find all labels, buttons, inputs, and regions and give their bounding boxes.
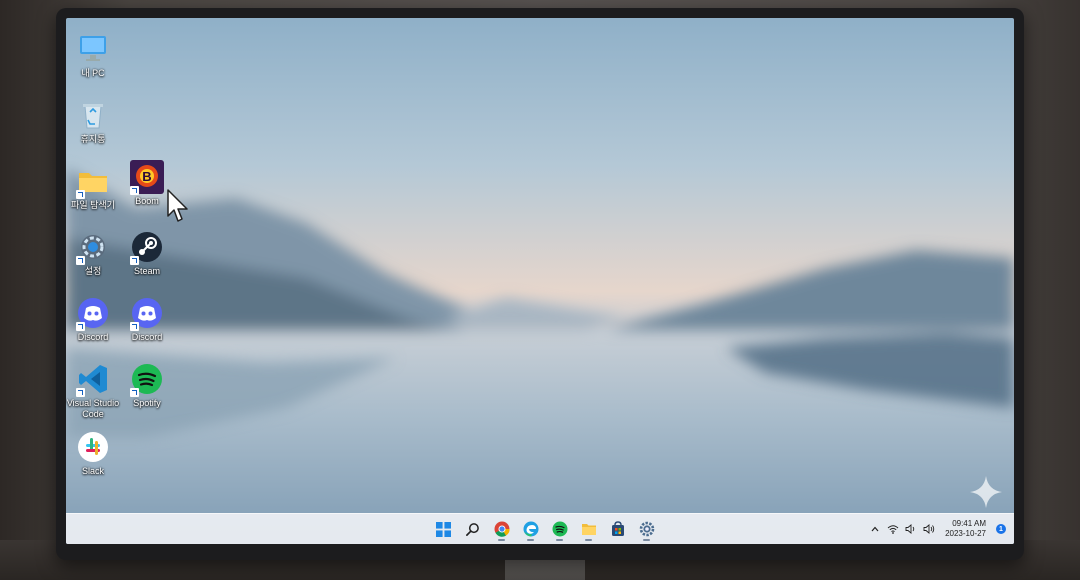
desktop-icon-spotify[interactable]: Spotify xyxy=(118,362,176,409)
shortcut-arrow-icon xyxy=(76,256,85,265)
taskbar-search-button[interactable] xyxy=(460,517,485,541)
edge-icon xyxy=(523,521,538,537)
taskbar-chrome-button[interactable] xyxy=(489,517,514,541)
boom-game-icon: B xyxy=(130,160,164,195)
desktop-icon-label: Steam xyxy=(133,266,160,276)
windows-start-icon xyxy=(436,521,451,537)
desktop-icon-label: 내 PC xyxy=(81,68,105,78)
desktop-icon-discord-2[interactable]: Discord xyxy=(118,296,176,343)
desktop-icon-label: Slack xyxy=(81,466,104,476)
taskbar-spotify-button[interactable] xyxy=(547,517,572,541)
desktop-icon-recycle-bin[interactable]: 휴지통 xyxy=(66,98,122,145)
volume-icon xyxy=(923,524,935,534)
taskbar-edge-button[interactable] xyxy=(518,517,543,541)
speaker-icon xyxy=(905,524,915,534)
desktop-icon-label: Visual Studio Code xyxy=(66,398,120,419)
desktop-icon-discord[interactable]: Discord xyxy=(66,296,122,343)
desktop-icon-label: Discord xyxy=(77,332,109,342)
spotify-icon xyxy=(552,521,567,537)
taskbar: 09:41 AM 2023-10-27 1 xyxy=(66,513,1014,544)
desktop-icon-this-pc[interactable]: 내 PC xyxy=(66,32,122,79)
folder-icon xyxy=(76,164,110,199)
gear-icon xyxy=(76,230,110,265)
sparkle-watermark-icon xyxy=(970,476,1002,508)
desktop-icon-steam[interactable]: Steam xyxy=(118,230,176,277)
desktop-icon-file-explorer[interactable]: 파일 탐색기 xyxy=(66,164,122,211)
desktop-icon-label: Discord xyxy=(131,332,163,342)
discord-icon xyxy=(130,296,164,331)
taskbar-file-explorer-button[interactable] xyxy=(576,517,601,541)
wifi-icon xyxy=(887,525,899,534)
vscode-icon xyxy=(76,362,110,397)
speaker-button[interactable] xyxy=(905,523,917,535)
desktop-icon-settings[interactable]: 설정 xyxy=(66,230,122,277)
file-explorer-icon xyxy=(581,524,596,535)
steam-icon xyxy=(130,230,164,265)
shortcut-arrow-icon xyxy=(130,388,139,397)
desktop-icon-label: 설정 xyxy=(84,266,102,276)
start-button[interactable] xyxy=(431,517,456,541)
svg-text:B: B xyxy=(142,169,151,184)
monitor-icon xyxy=(76,32,110,66)
taskbar-pinned-apps xyxy=(431,517,659,541)
clock-date: 2023-10-27 xyxy=(945,529,986,538)
volume-button[interactable] xyxy=(923,523,935,535)
chrome-icon xyxy=(494,521,510,537)
taskbar-settings-button[interactable] xyxy=(634,517,659,541)
shortcut-arrow-icon xyxy=(130,256,139,265)
system-tray: 09:41 AM 2023-10-27 1 xyxy=(869,514,1006,544)
shortcut-arrow-icon xyxy=(76,322,85,331)
microsoft-store-icon xyxy=(611,521,624,536)
mouse-pointer-icon xyxy=(167,189,188,222)
notification-badge[interactable]: 1 xyxy=(996,524,1006,534)
show-hidden-icons-button[interactable] xyxy=(869,523,881,535)
desktop-icon-label: Spotify xyxy=(133,398,161,408)
shortcut-arrow-icon xyxy=(76,388,85,397)
taskbar-store-button[interactable] xyxy=(605,517,630,541)
spotify-icon xyxy=(130,362,164,397)
desktop-icon-slack[interactable]: Slack xyxy=(66,430,122,477)
shortcut-arrow-icon xyxy=(76,190,85,199)
wifi-button[interactable] xyxy=(887,523,899,535)
discord-icon xyxy=(76,296,110,331)
desktop-screen: 내 PC 휴지통 파일 탐색기 B Boom 설정 Steam Discord … xyxy=(66,18,1014,544)
recycle-bin-icon xyxy=(76,98,110,132)
search-icon xyxy=(466,522,479,536)
shortcut-arrow-icon xyxy=(130,186,139,195)
settings-icon xyxy=(639,521,654,537)
monitor-bezel: 내 PC 휴지통 파일 탐색기 B Boom 설정 Steam Discord … xyxy=(56,8,1024,560)
clock-time: 09:41 AM xyxy=(952,519,986,528)
wallpaper-lake-mountains xyxy=(66,168,1014,544)
desktop-icon-label: 파일 탐색기 xyxy=(71,200,115,210)
slack-icon xyxy=(76,430,110,464)
shortcut-arrow-icon xyxy=(130,322,139,331)
desktop-icon-label: 휴지통 xyxy=(80,134,106,144)
desktop-icon-vscode[interactable]: Visual Studio Code xyxy=(66,362,122,420)
chevron-up-icon xyxy=(871,526,879,532)
taskbar-clock[interactable]: 09:41 AM 2023-10-27 xyxy=(945,519,986,539)
